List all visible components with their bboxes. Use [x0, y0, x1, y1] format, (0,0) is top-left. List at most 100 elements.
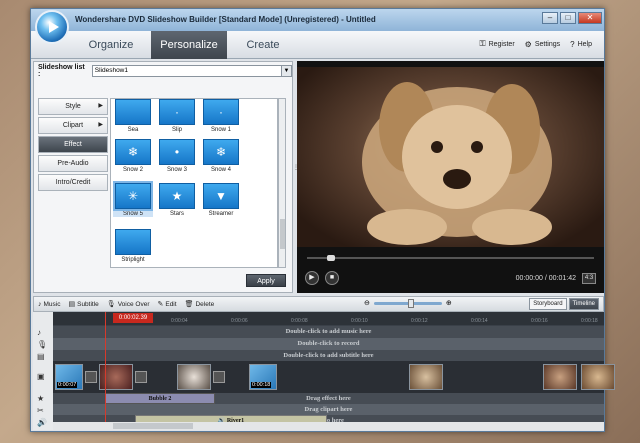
clip-intro[interactable]: 0:00:07: [55, 364, 83, 390]
ruler-tick: 0:00:16: [531, 318, 548, 324]
close-button[interactable]: ✕: [578, 12, 602, 24]
record-track-icon: 🎙: [37, 340, 48, 349]
trash-icon: 🗑: [184, 301, 194, 308]
effect-track[interactable]: Drag effect here Bubble 2: [53, 393, 604, 404]
video-track[interactable]: 0:00:07 0:00:18: [53, 361, 615, 393]
effect-thumb: ❄: [203, 139, 239, 165]
time-ruler[interactable]: 0:00:02.39 0:00:04 0:00:06 0:00:08 0:00:…: [53, 312, 604, 325]
delete-button[interactable]: 🗑 Delete: [184, 300, 215, 309]
tab-personalize[interactable]: Personalize: [151, 31, 227, 59]
music-track[interactable]: Double-click to add music here: [53, 326, 604, 338]
transition-slot[interactable]: [85, 371, 97, 383]
effect-thumb: ★: [159, 183, 195, 209]
maximize-button[interactable]: □: [560, 12, 576, 24]
slideshow-list-label: Slideshow list :: [38, 64, 85, 78]
ruler-tick: 0:00:10: [351, 318, 368, 324]
tab-organize[interactable]: Organize: [71, 31, 151, 59]
effect-sea[interactable]: Sea: [113, 99, 153, 133]
scrollbar-thumb[interactable]: [113, 423, 193, 429]
transition-slot[interactable]: [135, 371, 147, 383]
effect-striplight[interactable]: Striplight: [113, 229, 153, 263]
settings-link[interactable]: ⚙ Settings: [525, 39, 560, 49]
subtitle-track[interactable]: Double-click to add subtitle here: [53, 350, 604, 361]
zoom-slider-knob[interactable]: [407, 298, 414, 308]
clip-duration: 0:00:07: [57, 382, 78, 388]
aspect-ratio-button[interactable]: 4:3: [582, 272, 596, 284]
main-nav: Organize Personalize Create ⚿ Register ⚙ S…: [31, 31, 604, 59]
chevron-down-icon: ▼: [281, 66, 291, 76]
arrow-right-icon: ▶: [98, 122, 103, 128]
minimize-button[interactable]: –: [542, 12, 558, 24]
effect-snow-4[interactable]: ❄ Snow 4: [201, 139, 241, 173]
register-link[interactable]: ⚿ Register: [480, 39, 515, 49]
effect-thumb: ·: [203, 99, 239, 125]
storyboard-button[interactable]: Storyboard: [529, 298, 567, 310]
preview-image: [297, 67, 604, 247]
arrow-right-icon: ▶: [98, 103, 103, 109]
clip-dog[interactable]: [177, 364, 211, 390]
record-track[interactable]: Double-click to record: [53, 338, 604, 350]
slideshow-list-select[interactable]: Slideshow1 ▼: [91, 65, 292, 77]
scrubber-knob[interactable]: [327, 255, 335, 261]
timeline-scrollbar[interactable]: [53, 422, 604, 430]
playback-time: 00:00:00 / 00:01:42: [515, 274, 576, 282]
zoom-in-icon[interactable]: ⊕: [446, 299, 452, 307]
zoom-slider[interactable]: [373, 298, 442, 308]
effect-grid: Sea · Slip · Snow 1 ❄ Snow 2 • Snow 3 ❄ Snow …: [110, 98, 278, 268]
effect-snow-2[interactable]: ❄ Snow 2: [113, 139, 153, 173]
window-title: Wondershare DVD Slideshow Builder [Stand…: [75, 15, 376, 24]
clip-portrait[interactable]: 0:00:18: [249, 364, 277, 390]
help-icon: ?: [570, 39, 575, 49]
effect-stars[interactable]: ★ Stars: [157, 183, 197, 217]
clipart-track-icon: ✂: [37, 406, 44, 415]
effect-thumb: [115, 99, 151, 125]
voice-over-button[interactable]: 🎙 Voice Over: [107, 300, 150, 309]
ruler-tick: 0:00:12: [411, 318, 428, 324]
clip-dog-3[interactable]: [581, 364, 615, 390]
menu-effect[interactable]: Effect: [38, 136, 108, 153]
bubble-clip[interactable]: Bubble 2: [105, 393, 215, 404]
timeline-area: ♪ 🎙 ▤ ▣ ★ ✂ 🔊 0:00:02.39 0:00:04 0:00:06…: [33, 312, 615, 430]
effect-snow-1[interactable]: · Snow 1: [201, 99, 241, 133]
effect-streamer[interactable]: ▼ Streamer: [201, 183, 241, 217]
clip-duration: 0:00:18: [251, 382, 272, 388]
apply-button[interactable]: Apply: [246, 274, 286, 287]
effect-snow-5[interactable]: ✳ Snow 5: [113, 181, 153, 217]
effect-scrollbar[interactable]: [278, 98, 286, 268]
effect-thumb: ▼: [203, 183, 239, 209]
ruler-tick: 0:00:18: [581, 318, 598, 324]
clip-dog-2[interactable]: [543, 364, 577, 390]
menu-intro-credit[interactable]: Intro/Credit: [38, 174, 108, 191]
ruler-tick: 0:00:04: [171, 318, 188, 324]
music-button[interactable]: ♪ Music: [38, 301, 60, 308]
help-link[interactable]: ? Help: [570, 39, 592, 49]
zoom-out-icon[interactable]: ⊖: [364, 299, 370, 307]
effect-thumb: [115, 229, 151, 255]
playback-scrubber[interactable]: [297, 255, 604, 261]
effect-slip[interactable]: · Slip: [157, 99, 197, 133]
clip-room[interactable]: [409, 364, 443, 390]
tab-create[interactable]: Create: [227, 31, 299, 59]
clipart-track[interactable]: Drag clipart here: [53, 404, 604, 415]
side-menu: Style ▶ Clipart ▶ Effect Pre-Audio Intro/C…: [38, 98, 108, 193]
menu-style[interactable]: Style ▶: [38, 98, 108, 115]
scrollbar-thumb[interactable]: [280, 219, 285, 249]
effect-snow-3[interactable]: • Snow 3: [157, 139, 197, 173]
transition-slot[interactable]: [213, 371, 225, 383]
play-button[interactable]: ▶: [305, 271, 319, 285]
preview-player: ▶ ■ 00:00:00 / 00:01:42 4:3: [297, 61, 604, 293]
stop-button[interactable]: ■: [325, 271, 339, 285]
timeline-toolbar: ♪ Music ▤ Subtitle 🎙 Voice Over ✎ Edit 🗑 Dele…: [33, 296, 604, 312]
effect-track-icon: ★: [37, 394, 45, 403]
edit-button[interactable]: ✎ Edit: [157, 300, 176, 309]
playhead-time: 0:00:02.39: [113, 313, 153, 323]
subtitle-icon: ▤: [68, 301, 76, 308]
menu-clipart[interactable]: Clipart ▶: [38, 117, 108, 134]
music-icon: ♪: [38, 300, 42, 308]
key-icon: ⚿: [479, 39, 486, 48]
dog-photo: [362, 82, 552, 245]
timeline-button[interactable]: Timeline: [568, 298, 599, 310]
subtitle-button[interactable]: ▤ Subtitle: [68, 300, 98, 309]
playhead[interactable]: [105, 312, 106, 430]
menu-pre-audio[interactable]: Pre-Audio: [38, 155, 108, 172]
